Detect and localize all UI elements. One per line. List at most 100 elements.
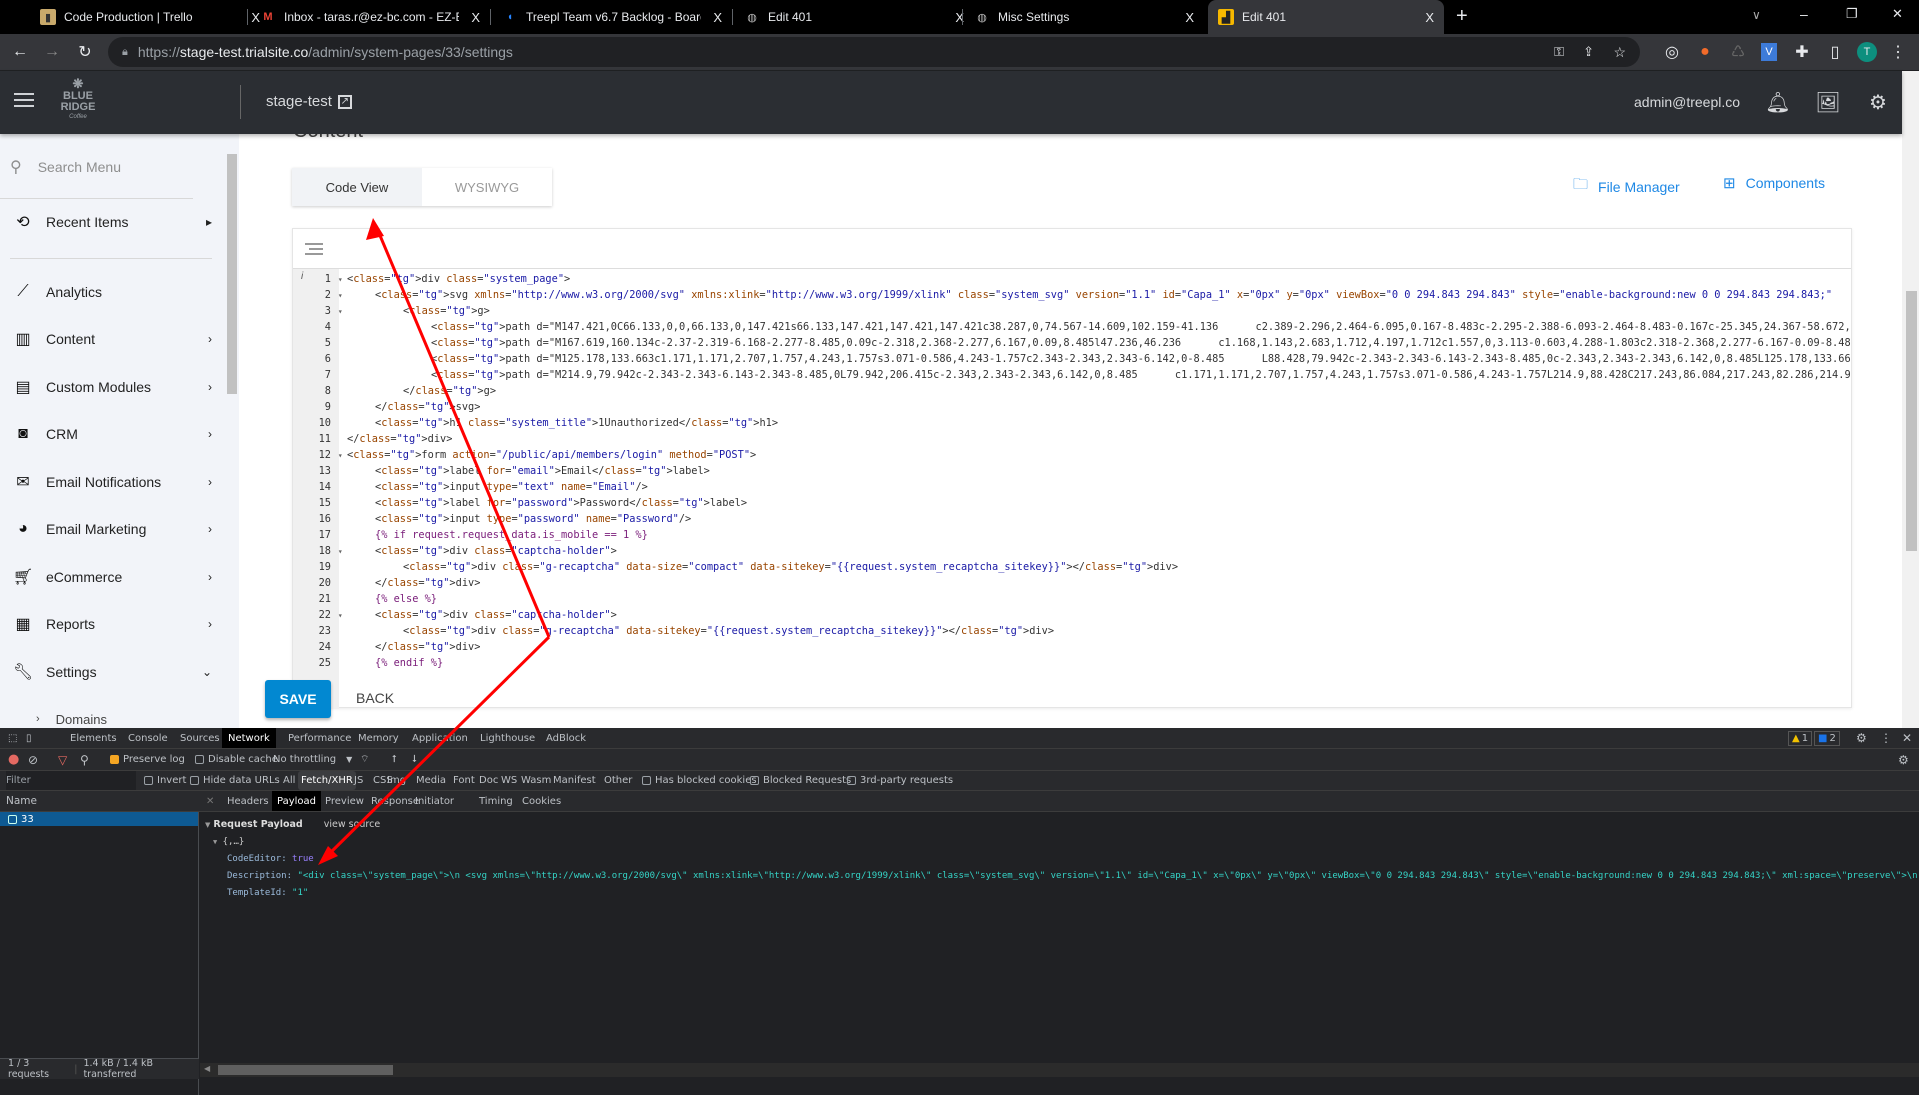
code-line[interactable]: 21 {% else %} [293, 591, 1851, 607]
minimize-icon[interactable]: – [1800, 6, 1808, 22]
profile-avatar[interactable]: T [1857, 42, 1877, 62]
extension-icon[interactable]: ♺ [1728, 42, 1748, 62]
inspect-icon[interactable]: ⬚ [8, 728, 17, 748]
devtools-tab-application[interactable]: Application [406, 728, 474, 748]
fold-arrow-icon[interactable]: ▾ [333, 272, 343, 288]
code-line[interactable]: 1 ▾ <class="tg">div class="system_page"> [293, 271, 1851, 287]
sidepanel-icon[interactable]: ▯ [1825, 42, 1845, 62]
detail-tab-preview[interactable]: Preview [320, 791, 369, 811]
code-line[interactable]: 19 <class="tg">div class="g-recaptcha" da… [293, 559, 1851, 575]
type-filter-all[interactable]: All [280, 771, 298, 790]
close-tab-icon[interactable]: X [1425, 10, 1434, 25]
hamburger-menu-icon[interactable] [14, 93, 34, 107]
user-email[interactable]: admin@treepl.co [1634, 94, 1740, 110]
code-line[interactable]: 3 ▾ <class="tg">g> [293, 303, 1851, 319]
network-conditions-icon[interactable]: ⌔ [360, 749, 369, 770]
close-tab-icon[interactable]: X [1185, 10, 1194, 25]
fold-arrow-icon[interactable]: ▾ [333, 544, 343, 560]
record-icon[interactable]: ● [8, 749, 19, 770]
code-line[interactable]: 9 </class="tg">svg> [293, 399, 1851, 415]
fold-arrow-icon[interactable]: ▾ [333, 288, 343, 304]
devtools-tab-adblock[interactable]: AdBlock [540, 728, 592, 748]
browser-tab[interactable]: M Inbox - taras.r@ez-bc.com - EZ-B X [250, 0, 490, 34]
invert-checkbox[interactable]: Invert [144, 771, 186, 790]
payload-object[interactable]: ▼ {,…} [205, 834, 1918, 851]
sidebar-item-content[interactable]: ▥ Content › [12, 325, 212, 353]
puzzle-icon[interactable]: ✚ [1792, 42, 1812, 62]
code-line[interactable]: 23 <class="tg">div class="g-recaptcha" da… [293, 623, 1851, 639]
detail-tab-cookies[interactable]: Cookies [517, 791, 566, 811]
components-link[interactable]: ⊞ Components [1723, 174, 1825, 192]
search-input[interactable]: Search Menu [38, 159, 121, 175]
fold-arrow-icon[interactable]: ▾ [333, 448, 343, 464]
devtools-tab-elements[interactable]: Elements [64, 728, 123, 748]
sidebar-item-recent-items[interactable]: ⟲ Recent Items ▸ [12, 208, 212, 236]
hide-data-urls-checkbox[interactable]: Hide data URLs [190, 771, 280, 790]
reload-icon[interactable]: ↻ [75, 42, 95, 62]
detail-tab-initiator[interactable]: Initiator [410, 791, 459, 811]
image-icon[interactable]: 🖼︎ [1815, 89, 1841, 115]
restore-icon[interactable]: ❐ [1846, 6, 1858, 22]
code-line[interactable]: 7 <class="tg">path d="M214.9,79.942c-2.34… [293, 367, 1851, 383]
disable-cache-checkbox[interactable]: Disable cache [195, 749, 278, 770]
type-filter-js[interactable]: JS [351, 771, 366, 790]
fold-arrow-icon[interactable]: ▾ [333, 608, 343, 624]
detail-tab-timing[interactable]: Timing [474, 791, 518, 811]
bookmark-star-icon[interactable]: ☆ [1613, 44, 1626, 61]
code-line[interactable]: 15 <class="tg">label for="password">Passw… [293, 495, 1851, 511]
sidebar-item-settings[interactable]: 🔧︎ Settings ⌄ [12, 658, 212, 686]
request-payload-header[interactable]: ▼ Request Payload view source [205, 816, 1918, 834]
search-icon[interactable]: ⚲ [80, 749, 89, 770]
devtools-tab-sources[interactable]: Sources [174, 728, 226, 748]
site-name-link[interactable]: stage-test ↗ [266, 93, 352, 110]
code-line[interactable]: 13 <class="tg">label for="email">Email</c… [293, 463, 1851, 479]
share-icon[interactable]: ⇪ [1583, 44, 1594, 60]
type-filter-font[interactable]: Font [450, 771, 478, 790]
key-icon[interactable]: ⚿ [1554, 44, 1564, 60]
address-bar[interactable]: 🔒︎ https://stage-test.trialsite.co/admin… [108, 37, 1640, 67]
code-line[interactable]: 17 {% if request.request_data.is_mobile =… [293, 527, 1851, 543]
sidebar-item-custom-modules[interactable]: ▤ Custom Modules › [12, 373, 212, 401]
sidebar-scrollbar[interactable] [225, 134, 239, 728]
payload-field[interactable]: TemplateId: "1" [205, 885, 1918, 902]
horizontal-scrollbar[interactable]: ◀ [200, 1063, 1919, 1077]
sidebar-item-analytics[interactable]: ⟋ Analytics [12, 278, 212, 306]
code-line[interactable]: 24 </class="tg">div> [293, 639, 1851, 655]
devtools-tab-network[interactable]: Network [222, 728, 276, 748]
close-tab-icon[interactable]: X [713, 10, 722, 25]
fold-arrow-icon[interactable]: ▾ [333, 304, 343, 320]
type-filter-manifest[interactable]: Manifest [550, 771, 599, 790]
code-line[interactable]: 20 </class="tg">div> [293, 575, 1851, 591]
request-row[interactable]: 33 [0, 812, 198, 826]
filter-input[interactable]: Filter [6, 771, 136, 790]
sidebar-item-reports[interactable]: ▦ Reports › [12, 610, 212, 638]
code-line[interactable]: 18 ▾ <class="tg">div class="captcha-holde… [293, 543, 1851, 559]
sidebar-item-email-marketing[interactable]: ◕ Email Marketing › [12, 515, 212, 543]
menu-icon[interactable]: ⋮ [1888, 42, 1908, 62]
name-column-header[interactable]: Name [6, 791, 37, 811]
tab-wysiwyg[interactable]: WYSIWYG [422, 168, 552, 206]
save-button[interactable]: SAVE [265, 680, 331, 718]
download-icon[interactable]: ⭣ [412, 749, 417, 770]
back-button[interactable]: BACK [356, 690, 394, 706]
code-line[interactable]: 14 <class="tg">input type="text" name="Em… [293, 479, 1851, 495]
browser-tab[interactable]: ◍ Edit 401 X [734, 0, 974, 34]
tab-search-icon[interactable]: ∨ [1752, 8, 1761, 22]
code-editor[interactable]: 1 ▾ <class="tg">div class="system_page"> 2… [292, 228, 1852, 709]
browser-tab-active[interactable]: ▟ Edit 401 X [1208, 0, 1444, 34]
third-party-checkbox[interactable]: 3rd-party requests [847, 771, 953, 790]
browser-tab[interactable]: ◖ Treepl Team v6.7 Backlog - Board X [492, 0, 732, 34]
sidebar-subitem-domains[interactable]: › Domains [36, 705, 225, 728]
view-source-link[interactable]: view source [324, 819, 380, 830]
upload-icon[interactable]: ⭡ [392, 749, 397, 770]
blocked-requests-checkbox[interactable]: Blocked Requests [750, 771, 851, 790]
file-manager-link[interactable]: 🗀 File Manager [1573, 174, 1680, 199]
devtools-tab-memory[interactable]: Memory [352, 728, 405, 748]
close-detail-icon[interactable]: ✕ [206, 791, 214, 811]
sidebar-item-email-notifications[interactable]: ✉ Email Notifications › [12, 468, 212, 496]
devtools-tab-performance[interactable]: Performance [282, 728, 357, 748]
preserve-log-checkbox[interactable]: Preserve log [110, 749, 185, 770]
format-icon[interactable] [305, 243, 323, 258]
payload-field[interactable]: Description: "<div class=\"system_page\"… [205, 868, 1918, 885]
code-line[interactable]: 8 </class="tg">g> [293, 383, 1851, 399]
